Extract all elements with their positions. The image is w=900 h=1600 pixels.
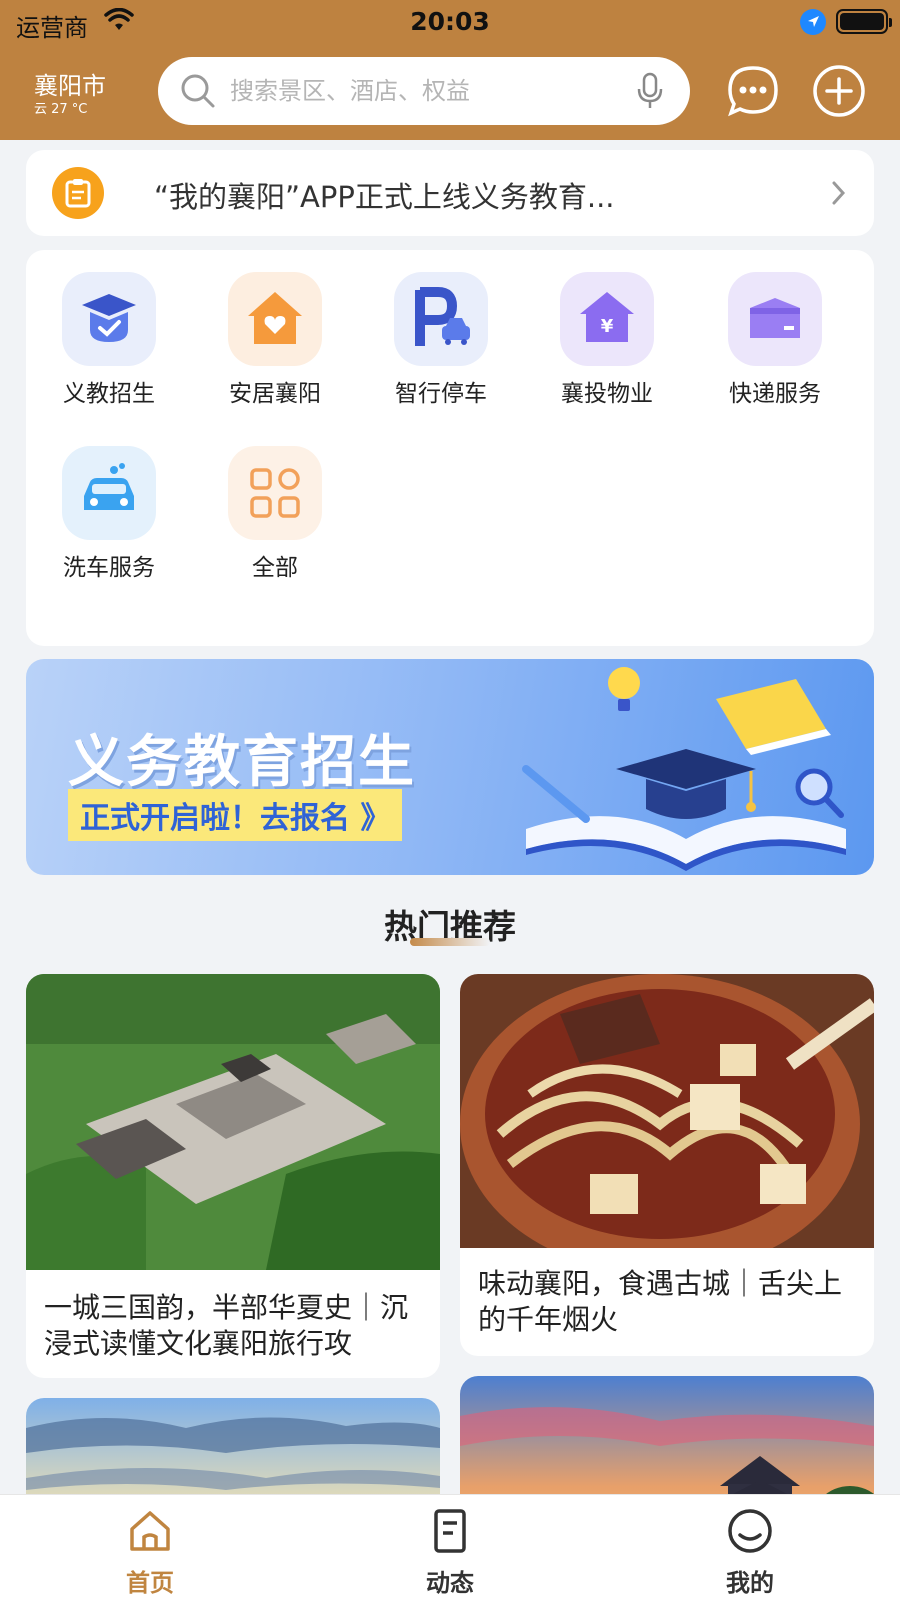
battery-icon (836, 9, 892, 34)
service-label: 安居襄阳 (229, 381, 321, 407)
tab-news-label: 动态 (426, 1569, 474, 1597)
microphone-icon[interactable] (636, 72, 664, 114)
service-label: 智行停车 (395, 381, 487, 407)
search-input[interactable] (230, 71, 610, 111)
home-icon (130, 1511, 170, 1551)
search-bar[interactable] (158, 57, 690, 125)
message-button[interactable] (726, 64, 780, 118)
service-property[interactable]: ¥ 襄投物业 (542, 272, 672, 408)
house-heart-icon (228, 272, 322, 366)
card-title: 味动襄阳，食遇古城｜舌尖上的千年烟火 (478, 1267, 843, 1336)
notice-text: “我的襄阳”APP正式上线义务教育... (154, 180, 615, 214)
grid-all-icon (228, 446, 322, 540)
status-bar: 运营商 20:03 (0, 0, 900, 46)
card-title: 一城三国韵，半部华夏史｜沉浸式读懂文化襄阳旅行攻 (44, 1291, 409, 1360)
property-house-icon: ¥ (560, 272, 654, 366)
document-icon (434, 1509, 466, 1553)
section-underline (410, 938, 490, 946)
service-education[interactable]: 义教招生 (44, 272, 174, 408)
service-label: 全部 (252, 555, 298, 581)
search-icon (180, 73, 216, 113)
add-button[interactable] (812, 64, 866, 118)
card-image-temple-aerial (26, 974, 440, 1270)
svg-text:¥: ¥ (601, 316, 614, 337)
weather-label: 云 27 °C (34, 102, 88, 117)
tab-profile[interactable]: 我的 (690, 1507, 810, 1598)
service-label: 襄投物业 (561, 381, 653, 407)
notice-bar[interactable]: “我的襄阳”APP正式上线义务教育... (26, 150, 874, 236)
status-time: 20:03 (410, 7, 490, 36)
service-label: 义教招生 (63, 381, 155, 407)
clipboard-icon (52, 167, 104, 219)
service-all[interactable]: 全部 (210, 446, 340, 582)
city-selector[interactable]: 襄阳市 (34, 66, 106, 101)
tab-news[interactable]: 动态 (390, 1507, 510, 1598)
banner-title: 义务教育招生 (68, 730, 416, 795)
recommend-card[interactable]: 一城三国韵，半部华夏史｜沉浸式读懂文化襄阳旅行攻 (26, 974, 440, 1378)
service-label: 快递服务 (729, 381, 821, 407)
service-car-wash[interactable]: 洗车服务 (44, 446, 174, 582)
car-wash-icon (62, 446, 156, 540)
recommend-card[interactable]: 味动襄阳，食遇古城｜舌尖上的千年烟火 (460, 974, 874, 1356)
chevron-right-icon (830, 178, 848, 212)
tab-home[interactable]: 首页 (90, 1507, 210, 1598)
plus-circle-icon (813, 65, 865, 117)
bottom-tab-bar: 首页 动态 我的 (0, 1494, 900, 1600)
card-image-beef-noodles (460, 974, 874, 1274)
tab-profile-label: 我的 (726, 1569, 774, 1597)
service-housing[interactable]: 安居襄阳 (210, 272, 340, 408)
top-header: 运营商 20:03 襄阳市 云 27 °C (0, 0, 900, 140)
chat-bubble-icon (728, 66, 778, 117)
package-icon (728, 272, 822, 366)
enrollment-banner[interactable]: 义务教育招生 正式开启啦！去报名 》 (26, 659, 874, 875)
book-graduation-illustration (522, 667, 846, 871)
location-arrow-icon (800, 9, 826, 35)
service-label: 洗车服务 (63, 555, 155, 581)
smile-face-icon (728, 1509, 772, 1553)
parking-icon (394, 272, 488, 366)
service-express[interactable]: 快递服务 (710, 272, 840, 408)
tab-home-label: 首页 (126, 1569, 174, 1597)
services-grid: 义教招生 安居襄阳 智行停车 ¥ 襄投物业 快递服务 洗车服务 全部 (26, 250, 874, 646)
graduation-cap-icon (62, 272, 156, 366)
banner-subtitle: 正式开启啦！去报名 》 (68, 789, 403, 841)
service-parking[interactable]: 智行停车 (376, 272, 506, 408)
